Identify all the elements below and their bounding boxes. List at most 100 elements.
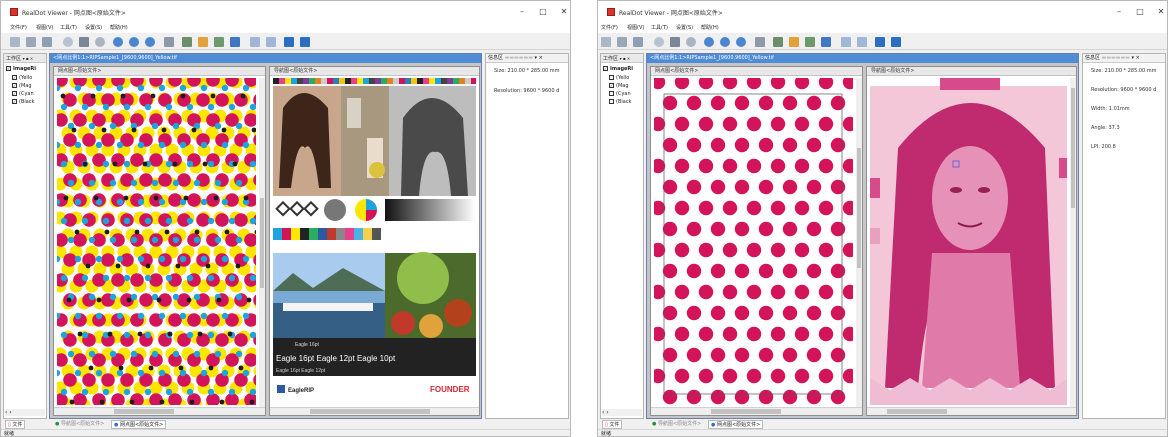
checkbox-icon[interactable]: ✓ (12, 83, 17, 88)
save-icon[interactable] (617, 37, 627, 47)
print-icon[interactable] (633, 37, 643, 47)
checkbox-icon[interactable] (609, 75, 614, 80)
layout-icon[interactable] (841, 37, 851, 47)
maximize-icon[interactable]: □ (536, 6, 550, 18)
document-tab[interactable]: <网点比例1:1>RIPSample1_[9600,9600]_Yellow.t… (50, 54, 481, 63)
tree-root[interactable]: ✓ ImageRi (6, 66, 36, 72)
zoom-out-icon[interactable] (720, 37, 730, 47)
menu-settings[interactable]: 设置(S) (85, 24, 102, 31)
menu-help[interactable]: 帮助(H) (701, 24, 719, 31)
pan-icon[interactable] (63, 37, 73, 47)
checkbox-icon[interactable]: ✓ (603, 66, 608, 71)
tree-item-black[interactable]: ✓ (Black (12, 99, 34, 105)
checkbox-icon[interactable]: ✓ (12, 99, 17, 104)
grid-icon[interactable] (182, 37, 192, 47)
minimize-icon[interactable]: – (515, 6, 529, 18)
close-icon[interactable]: ✕ (557, 6, 570, 18)
tree-item-yellow[interactable]: (Yello (609, 75, 629, 81)
halftone-view[interactable]: 网点图<原始文件> (53, 66, 266, 416)
picker-icon[interactable] (821, 37, 831, 47)
scroll-thumb[interactable] (1071, 88, 1075, 208)
menu-help[interactable]: 帮助(H) (110, 24, 128, 31)
checkbox-icon[interactable] (609, 91, 614, 96)
halftone-view[interactable]: 网点图<原始文件> (650, 66, 863, 416)
menu-tools[interactable]: 工具(T) (60, 24, 77, 31)
proof-canvas[interactable]: Eagle 16pt Eagle 16pt Eagle 12pt Eagle 1… (273, 78, 476, 405)
horizontal-scrollbar[interactable] (270, 407, 479, 415)
menu-view[interactable]: 视图(V) (36, 24, 53, 31)
tree-item-black[interactable]: (Black (609, 99, 631, 105)
zoom-fit-icon[interactable] (145, 37, 155, 47)
zoom-fit-icon[interactable] (736, 37, 746, 47)
open-icon[interactable] (601, 37, 611, 47)
document-tab[interactable]: <网点比例1:1>RIPSample1_[9600,9600]_Yellow.t… (647, 54, 1078, 63)
back-icon[interactable] (164, 37, 174, 47)
back-icon[interactable] (755, 37, 765, 47)
minimize-icon[interactable]: – (1112, 6, 1126, 18)
table-icon[interactable] (857, 37, 867, 47)
workspace-scrollbar[interactable]: ‹ › (5, 409, 45, 416)
tree-item-magenta[interactable]: ✓ (Mag (12, 83, 32, 89)
halftone-canvas[interactable] (57, 78, 256, 405)
refresh-icon[interactable] (686, 37, 696, 47)
menu-tools[interactable]: 工具(T) (651, 24, 668, 31)
vertical-scrollbar[interactable] (856, 78, 862, 407)
tree-item-magenta[interactable]: ✓ (Mag (609, 83, 629, 89)
tree-item-yellow[interactable]: ✓ (Yello (12, 75, 32, 81)
panel-icon[interactable] (875, 37, 885, 47)
dot-grid-icon[interactable] (214, 37, 224, 47)
tree-root[interactable]: ✓ ImageRi (603, 66, 633, 72)
menu-file[interactable]: 文件(F) (601, 24, 618, 31)
horizontal-scrollbar[interactable] (54, 407, 265, 415)
close-icon[interactable]: ✕ (1154, 6, 1167, 18)
zoom-out-icon[interactable] (129, 37, 139, 47)
fit-icon[interactable] (670, 37, 680, 47)
panel-icon[interactable] (284, 37, 294, 47)
vertical-scrollbar[interactable] (1070, 78, 1076, 407)
horizontal-scrollbar[interactable] (867, 407, 1076, 415)
tree-item-cyan[interactable]: (Cyan (609, 91, 631, 97)
navigator-view[interactable]: 导航图<原始文件> (269, 66, 480, 416)
scroll-thumb[interactable] (114, 409, 174, 414)
checkbox-icon[interactable]: ✓ (12, 91, 17, 96)
checkbox-icon[interactable]: ✓ (6, 66, 11, 71)
scroll-thumb[interactable] (260, 198, 264, 288)
menu-file[interactable]: 文件(F) (10, 24, 27, 31)
maximize-icon[interactable]: □ (1133, 6, 1147, 18)
scroll-thumb[interactable] (887, 409, 947, 414)
scroll-thumb[interactable] (857, 148, 861, 268)
layout-icon[interactable] (250, 37, 260, 47)
open-icon[interactable] (10, 37, 20, 47)
table-icon[interactable] (266, 37, 276, 47)
tab-navigator[interactable]: ● 导航图<原始文件> (53, 420, 106, 429)
navigator-view[interactable]: 导航图<原始文件> (866, 66, 1077, 416)
tree-item-cyan[interactable]: ✓ (Cyan (12, 91, 34, 97)
print-icon[interactable] (42, 37, 52, 47)
tab-file[interactable]: ▯ 文件 (5, 420, 26, 429)
picker-icon[interactable] (230, 37, 240, 47)
checkbox-icon[interactable]: ✓ (609, 83, 614, 88)
menu-settings[interactable]: 设置(S) (676, 24, 693, 31)
checkbox-icon[interactable] (609, 99, 614, 104)
pencil-icon[interactable] (789, 37, 799, 47)
grid-icon[interactable] (773, 37, 783, 47)
split-icon[interactable] (300, 37, 310, 47)
zoom-in-icon[interactable] (113, 37, 123, 47)
split-icon[interactable] (891, 37, 901, 47)
halftone-canvas[interactable] (654, 78, 853, 405)
tab-halftone[interactable]: ● 网点图<原始文件> (111, 420, 167, 429)
save-icon[interactable] (26, 37, 36, 47)
scroll-thumb[interactable] (711, 409, 781, 414)
menu-view[interactable]: 视图(V) (627, 24, 644, 31)
pan-icon[interactable] (654, 37, 664, 47)
vertical-scrollbar[interactable] (259, 78, 265, 407)
fit-icon[interactable] (79, 37, 89, 47)
tab-halftone[interactable]: ● 网点图<原始文件> (708, 420, 764, 429)
scroll-thumb[interactable] (310, 409, 430, 414)
workspace-scrollbar[interactable]: ‹ › (602, 409, 642, 416)
dot-grid-icon[interactable] (805, 37, 815, 47)
refresh-icon[interactable] (95, 37, 105, 47)
checkbox-icon[interactable]: ✓ (12, 75, 17, 80)
horizontal-scrollbar[interactable] (651, 407, 862, 415)
tab-navigator[interactable]: ● 导航图<原始文件> (650, 420, 703, 429)
